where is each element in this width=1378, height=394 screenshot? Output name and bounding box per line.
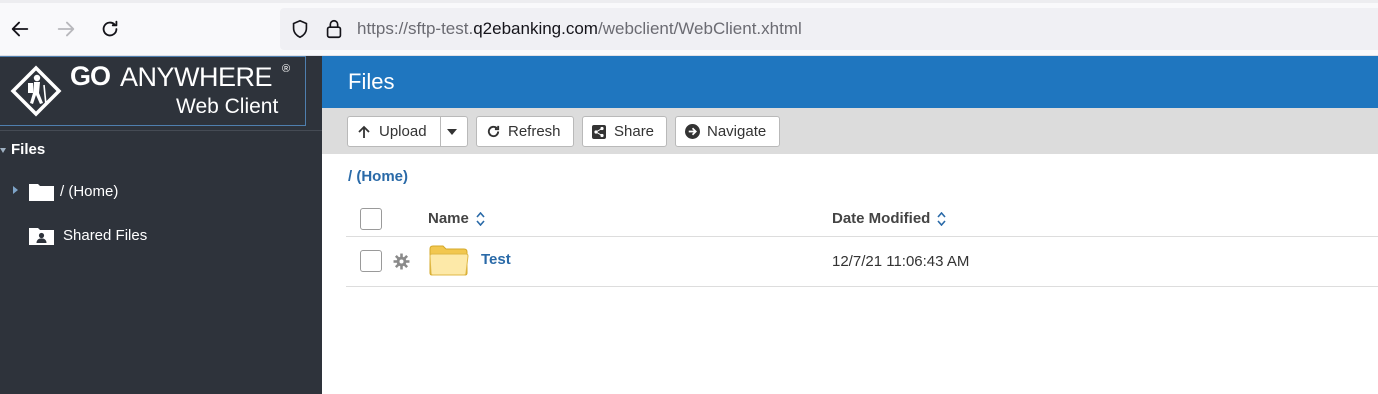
logo-go-text: GO (70, 61, 111, 91)
split-separator (440, 117, 441, 146)
refresh-icon (485, 124, 501, 140)
sidebar-item-label: / (Home) (60, 183, 119, 200)
browser-toolbar: https://sftp-test.q2ebanking.com/webclie… (0, 0, 1378, 56)
url-text[interactable]: https://sftp-test.q2ebanking.com/webclie… (357, 19, 802, 39)
back-arrow-icon (11, 21, 29, 37)
logo-registered-mark: ® (282, 63, 291, 75)
sidebar-divider (0, 130, 322, 131)
sidebar: GO ANYWHERE ® Web Client Files / (Home) … (0, 56, 322, 394)
sort-icon (937, 211, 946, 226)
upload-split-button[interactable]: Upload (347, 116, 468, 147)
page-header: Files (322, 56, 1378, 108)
hiker-logo-icon (10, 65, 62, 117)
refresh-button[interactable]: Refresh (476, 116, 574, 147)
date-column-label: Date Modified (832, 210, 931, 227)
sidebar-item-home[interactable]: / (Home) (29, 182, 118, 201)
back-button[interactable] (3, 12, 37, 46)
breadcrumb[interactable]: / (Home) (348, 168, 408, 185)
share-button[interactable]: Share (582, 116, 667, 147)
expand-arrow-icon[interactable] (13, 186, 18, 194)
navigate-arrow-icon (684, 124, 700, 140)
folder-icon (29, 184, 54, 201)
reload-icon (102, 20, 118, 37)
name-column-header[interactable]: Name (428, 210, 485, 227)
goanywhere-logo: GO ANYWHERE ® Web Client (0, 56, 306, 126)
sort-icon (476, 211, 485, 226)
sidebar-item-shared-files[interactable]: Shared Files (29, 226, 147, 245)
shared-folder-icon (29, 228, 54, 245)
navigate-button[interactable]: Navigate (675, 116, 780, 147)
page-title: Files (348, 69, 395, 94)
share-label: Share (614, 123, 655, 140)
upload-arrow-icon (356, 124, 372, 140)
date-modified-column-header[interactable]: Date Modified (832, 210, 946, 227)
row-name-link[interactable]: Test (481, 251, 511, 268)
dropdown-caret-icon[interactable] (447, 129, 457, 135)
lock-icon[interactable] (323, 18, 345, 40)
folder-icon[interactable] (428, 244, 469, 277)
sidebar-item-label: Shared Files (63, 227, 148, 244)
forward-arrow-icon (57, 21, 75, 37)
name-column-label: Name (428, 210, 469, 227)
address-bar[interactable]: https://sftp-test.q2ebanking.com/webclie… (280, 8, 1378, 50)
row-checkbox[interactable] (360, 250, 382, 272)
refresh-label: Refresh (508, 123, 561, 140)
row-divider (346, 286, 1378, 287)
toolbar: Upload Refresh Share Navigate (322, 108, 1378, 154)
url-domain: q2ebanking.com (473, 19, 598, 38)
gear-icon[interactable] (393, 253, 410, 270)
header-divider (346, 236, 1378, 237)
reload-button[interactable] (93, 12, 127, 46)
logo-anywhere-text: ANYWHERE (120, 62, 273, 92)
navigate-label: Navigate (707, 123, 767, 140)
select-all-checkbox[interactable] (360, 208, 382, 230)
url-path: /webclient/WebClient.xhtml (597, 19, 802, 38)
tab-strip-edge (0, 0, 1378, 3)
collapse-arrow-icon[interactable] (0, 148, 6, 153)
share-icon (591, 124, 607, 140)
forward-button[interactable] (49, 12, 83, 46)
url-prefix: https://sftp-test. (357, 19, 474, 38)
sidebar-section-files[interactable]: Files (11, 141, 45, 158)
logo-subtitle: Web Client (176, 95, 279, 118)
upload-button[interactable]: Upload (379, 123, 427, 140)
row-date-modified: 12/7/21 11:06:43 AM (832, 253, 970, 270)
shield-icon[interactable] (289, 18, 311, 40)
